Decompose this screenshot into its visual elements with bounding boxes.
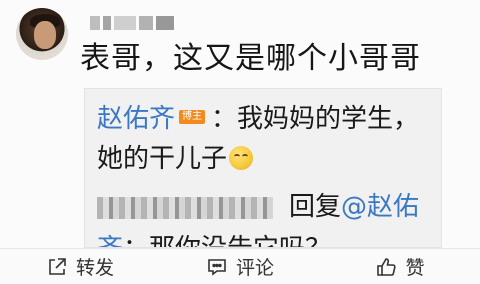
like-button[interactable]: 赞 — [320, 253, 480, 280]
comment-text-2: 她的干儿子 — [97, 144, 228, 174]
action-bar: 转发 评论 赞 — [0, 248, 480, 284]
comment-line-3: 回复@赵佑 — [97, 191, 419, 223]
smile-emoji-icon — [229, 145, 254, 170]
reply-prefix: 回复 — [289, 192, 342, 222]
username-blurred[interactable] — [90, 14, 194, 32]
reply-username-blurred[interactable] — [97, 196, 273, 219]
share-arrow-icon — [49, 257, 66, 275]
comment-line-1: 赵佑齐 博主 ：我妈妈的学生， — [97, 103, 419, 135]
avatar[interactable] — [16, 8, 68, 60]
comment-bubble-icon — [208, 258, 226, 276]
avatar-face — [34, 21, 56, 49]
comment-author-link[interactable]: 赵佑齐 — [97, 104, 175, 134]
comment-line-4: 齐：那你没告它吗？ — [97, 233, 331, 247]
comment-line-2: 她的干儿子 — [97, 143, 254, 175]
comment-text-4: ：那你没告它吗？ — [123, 234, 331, 247]
mention-link[interactable]: @赵佑 — [341, 192, 419, 222]
weibo-post: 表哥，这又是哪个小哥哥 赵佑齐博主 ：我妈妈的学生， 她的干儿子 回复@赵佑 齐：… — [0, 0, 480, 284]
repost-button[interactable]: 转发 — [0, 253, 160, 280]
comment-box[interactable]: 赵佑齐博主 ：我妈妈的学生， 她的干儿子 回复@赵佑 齐：那你没告它吗？ — [84, 88, 442, 248]
post-text: 表哥，这又是哪个小哥哥 — [80, 41, 421, 76]
thumbs-up-icon — [377, 257, 397, 276]
comment-text-1: ：我妈妈的学生， — [211, 104, 420, 134]
comment-button[interactable]: 评论 — [160, 253, 320, 280]
repost-label: 转发 — [75, 257, 114, 279]
host-badge: 博主 — [179, 109, 206, 124]
comment-label: 评论 — [235, 257, 274, 279]
like-label: 赞 — [405, 257, 425, 279]
mention-link-end[interactable]: 齐 — [97, 234, 123, 247]
